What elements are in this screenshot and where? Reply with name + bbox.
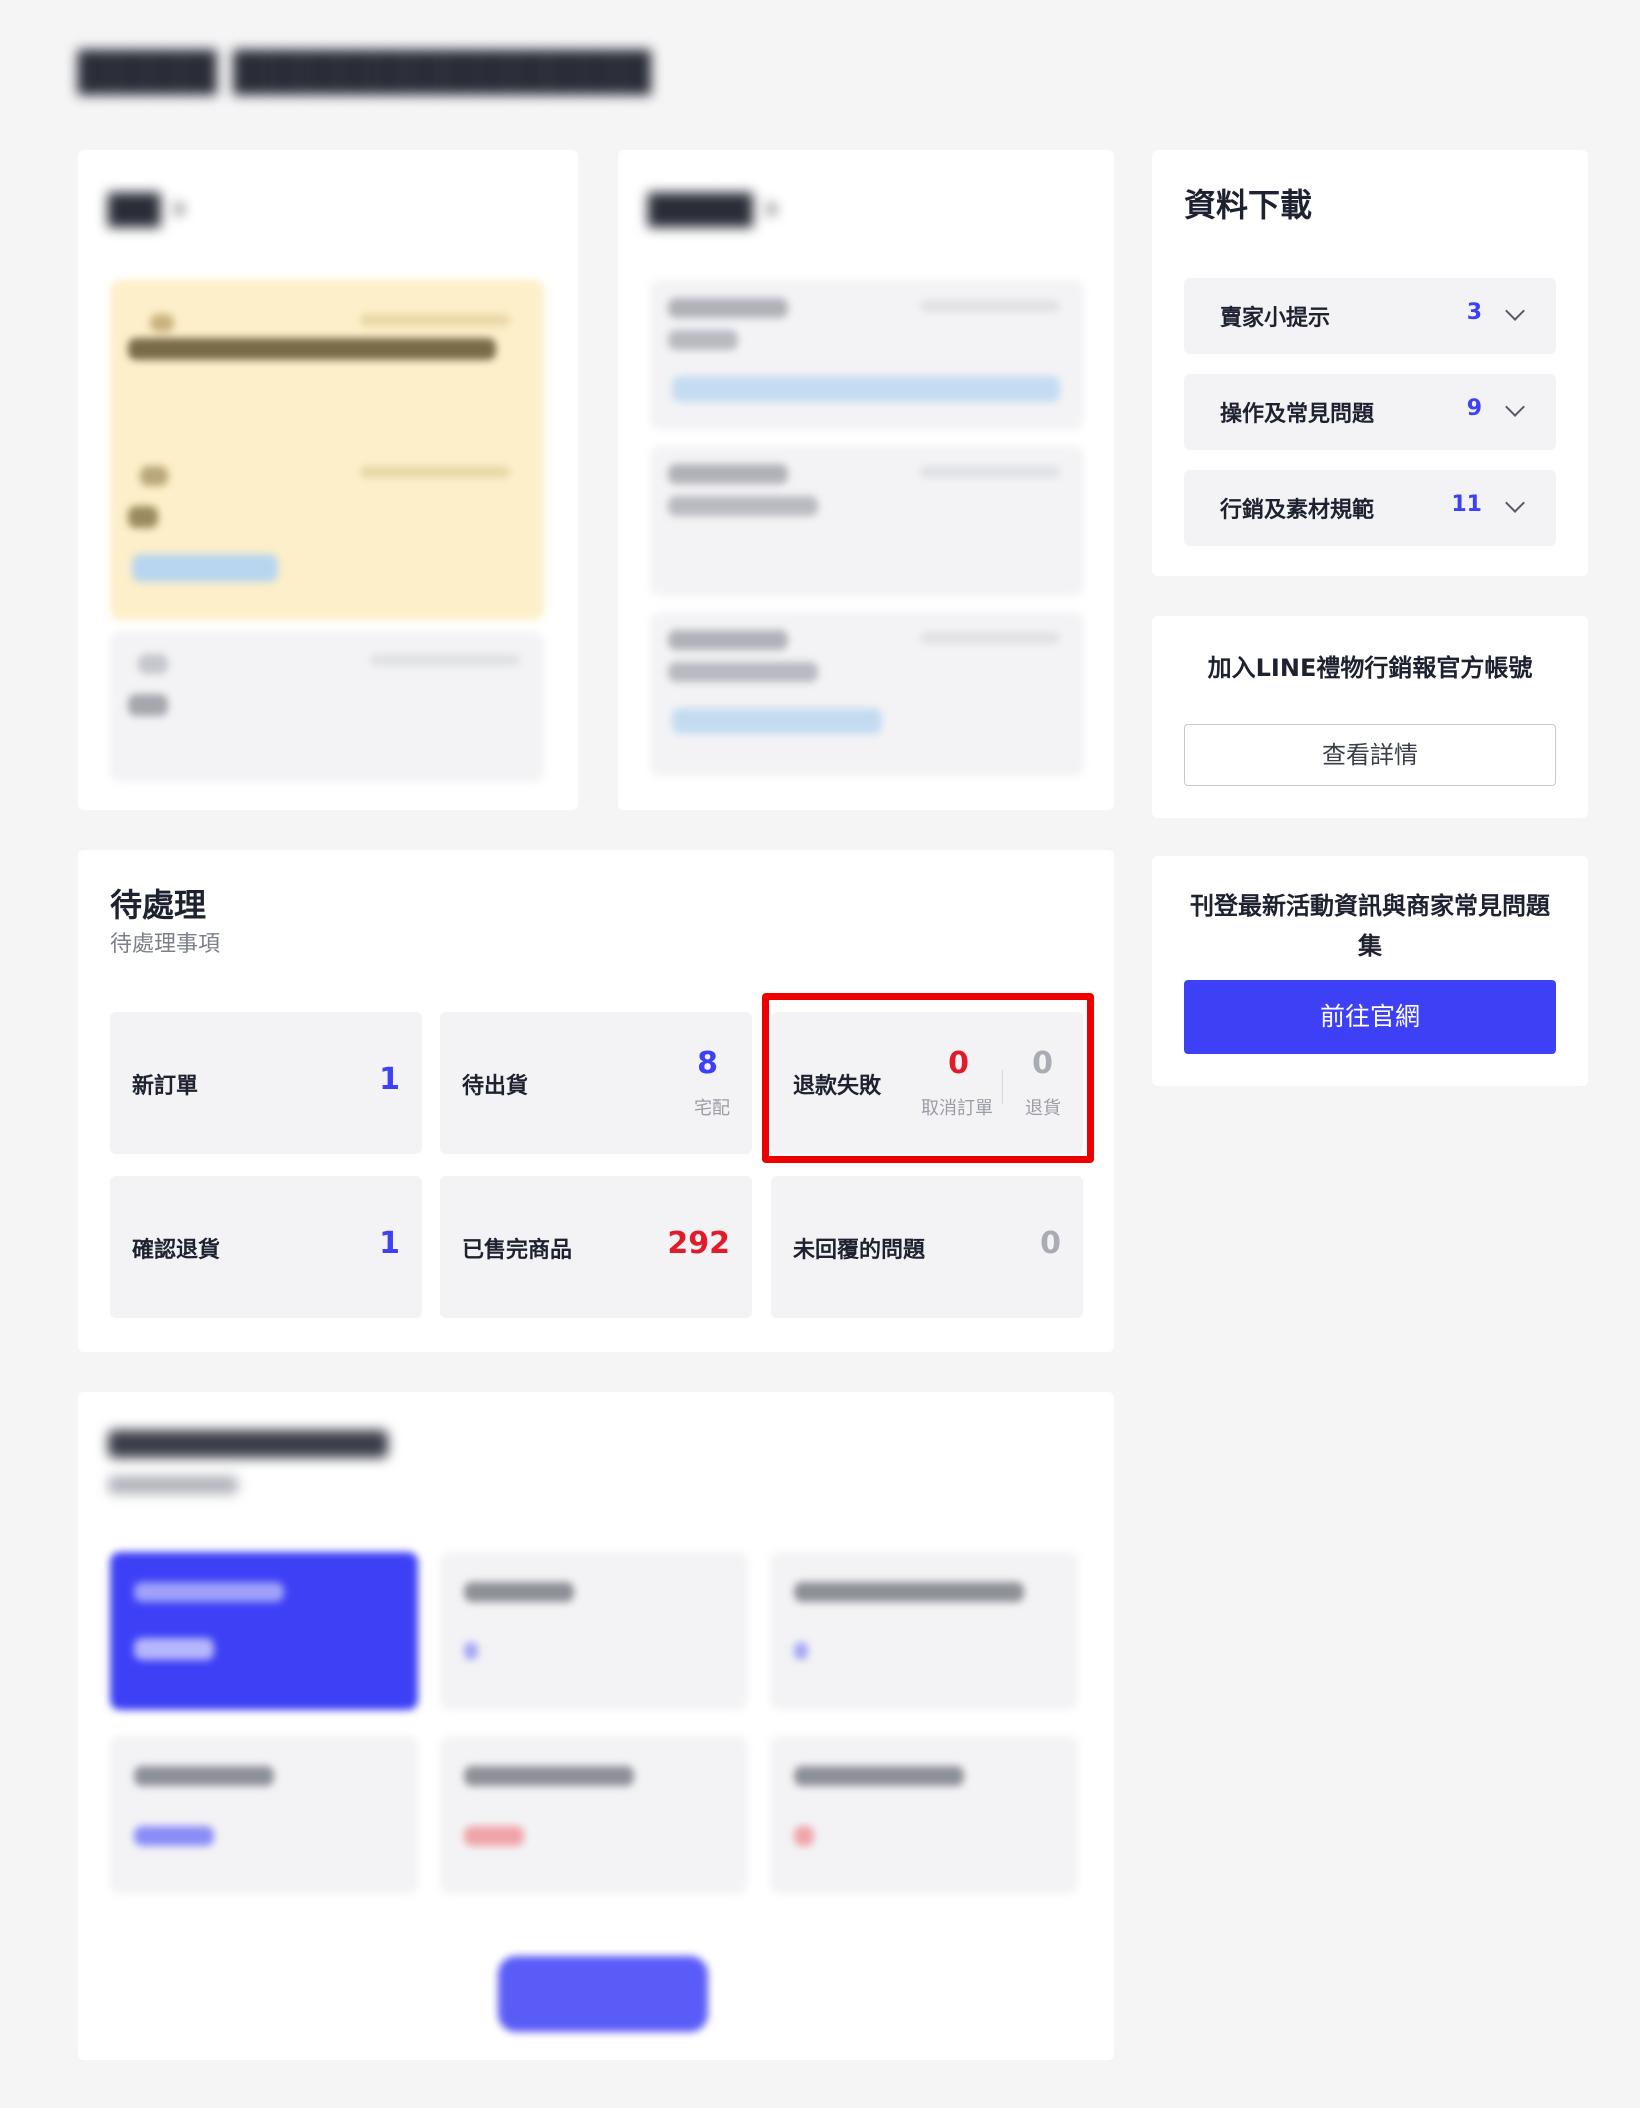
tile-new-orders[interactable]: 新訂單 1 bbox=[110, 1012, 422, 1154]
tile-value: 8 bbox=[697, 1046, 718, 1081]
blurred-card-title: ▇▇▇▇ › bbox=[648, 188, 779, 228]
tile-label: 新訂單 bbox=[132, 1074, 199, 1099]
blurred-card-right: ▇▇▇▇ › bbox=[618, 150, 1114, 810]
chevron-down-icon[interactable] bbox=[1505, 397, 1525, 417]
tile-label: 退款失敗 bbox=[793, 1074, 882, 1099]
blurred-stat-tile bbox=[770, 1552, 1078, 1710]
chevron-down-icon[interactable] bbox=[1505, 301, 1525, 321]
site-card-title: 刊登最新活動資訊與商家常見問題集 bbox=[1190, 892, 1550, 960]
blurred-card-subtitle bbox=[108, 1476, 238, 1494]
download-item-label: 行銷及素材規範 bbox=[1220, 498, 1375, 523]
download-item-count: 3 bbox=[1466, 300, 1482, 325]
chevron-down-icon[interactable] bbox=[1505, 493, 1525, 513]
tile-value: 0 bbox=[1040, 1226, 1061, 1261]
blurred-card-title bbox=[108, 1430, 388, 1458]
tile-refund-failed[interactable]: 退款失敗 0 取消訂單 0 退貨 bbox=[771, 1012, 1083, 1154]
blurred-action-button bbox=[498, 1956, 708, 2032]
tile-label: 未回覆的問題 bbox=[793, 1238, 926, 1263]
blurred-list-item bbox=[110, 632, 544, 782]
tile-value: 1 bbox=[379, 1226, 400, 1261]
tile-unanswered-questions[interactable]: 未回覆的問題 0 bbox=[771, 1176, 1083, 1318]
tile-value: 1 bbox=[379, 1062, 400, 1097]
tile-confirm-return[interactable]: 確認退貨 1 bbox=[110, 1176, 422, 1318]
download-title: 資料下載 bbox=[1184, 186, 1313, 224]
go-to-website-button[interactable]: 前往官網 bbox=[1184, 980, 1556, 1054]
blurred-highlight-panel bbox=[110, 280, 544, 620]
download-item-label: 操作及常見問題 bbox=[1220, 402, 1375, 427]
view-details-button[interactable]: 查看詳情 bbox=[1184, 724, 1556, 786]
tile-label: 待出貨 bbox=[462, 1074, 529, 1099]
blurred-stat-tile bbox=[440, 1736, 748, 1894]
blurred-stat-tile bbox=[110, 1736, 418, 1894]
blurred-stat-tile bbox=[770, 1736, 1078, 1894]
refund-cancel-label: 取消訂單 bbox=[921, 1098, 993, 1119]
download-item-seller-tips[interactable]: 賣家小提示 3 bbox=[1184, 278, 1556, 354]
tile-value: 292 bbox=[667, 1226, 730, 1261]
download-item-label: 賣家小提示 bbox=[1220, 306, 1331, 331]
line-official-account-card: 加入LINE禮物行銷報官方帳號 查看詳情 bbox=[1152, 616, 1588, 818]
tile-sold-out[interactable]: 已售完商品 292 bbox=[440, 1176, 752, 1318]
download-item-count: 9 bbox=[1466, 396, 1482, 421]
blurred-list-item bbox=[650, 612, 1084, 776]
blurred-stat-tile bbox=[440, 1552, 748, 1710]
pending-title: 待處理 bbox=[110, 886, 207, 924]
refund-return-label: 退貨 bbox=[1025, 1098, 1061, 1119]
tile-label: 確認退貨 bbox=[132, 1238, 221, 1263]
download-item-count: 11 bbox=[1451, 492, 1482, 517]
download-panel: 資料下載 賣家小提示 3 操作及常見問題 9 行銷及素材規範 11 bbox=[1152, 150, 1588, 576]
blurred-card-title: ▇▇ › bbox=[108, 188, 187, 228]
download-item-faq[interactable]: 操作及常見問題 9 bbox=[1184, 374, 1556, 450]
refund-cancel-value[interactable]: 0 bbox=[948, 1046, 969, 1081]
blurred-list-item bbox=[650, 446, 1084, 596]
official-site-card: 刊登最新活動資訊與商家常見問題集 前往官網 bbox=[1152, 856, 1588, 1086]
greeting-blurred: ▇▇▇▇ ▇▇▇▇▇▇▇▇▇▇▇▇ bbox=[78, 44, 652, 95]
tile-sub-label: 宅配 bbox=[694, 1098, 730, 1119]
divider bbox=[1002, 1070, 1003, 1104]
pending-tasks-card: 待處理 待處理事項 新訂單 1 待出貨 8 宅配 退款失敗 0 取消訂單 0 退… bbox=[78, 850, 1114, 1352]
tile-to-ship[interactable]: 待出貨 8 宅配 bbox=[440, 1012, 752, 1154]
pending-subtitle: 待處理事項 bbox=[110, 932, 221, 957]
blurred-card-left: ▇▇ › bbox=[78, 150, 578, 810]
blurred-list-item bbox=[650, 280, 1084, 430]
blurred-stats-card bbox=[78, 1392, 1114, 2060]
line-card-title: 加入LINE禮物行銷報官方帳號 bbox=[1207, 654, 1533, 682]
tile-label: 已售完商品 bbox=[462, 1238, 573, 1263]
blurred-stat-tile-active bbox=[110, 1552, 418, 1710]
download-item-marketing[interactable]: 行銷及素材規範 11 bbox=[1184, 470, 1556, 546]
refund-return-value[interactable]: 0 bbox=[1032, 1046, 1053, 1081]
